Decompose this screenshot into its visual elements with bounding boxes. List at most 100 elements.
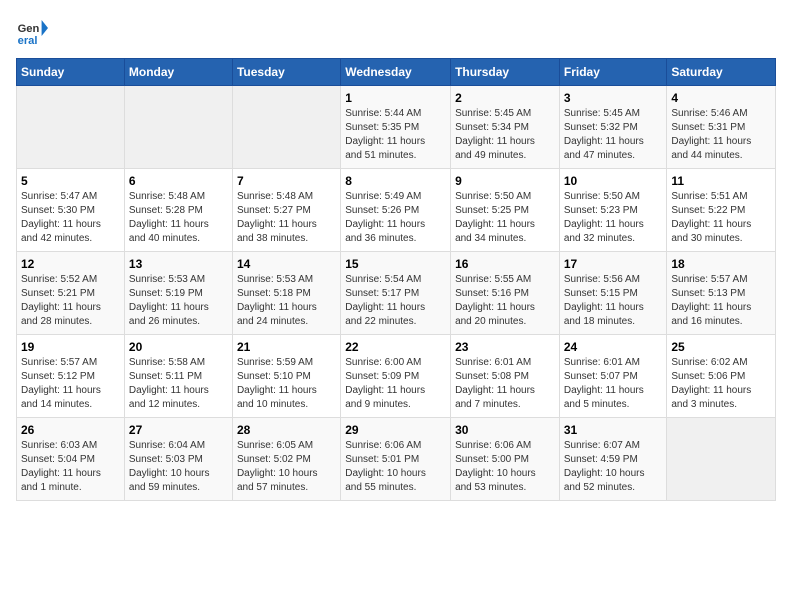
- day-info: Sunrise: 5:53 AMSunset: 5:19 PMDaylight:…: [129, 273, 228, 329]
- calendar-day-cell: 27 Sunrise: 6:04 AMSunset: 5:03 PMDayligh…: [124, 418, 232, 501]
- day-number: 18: [671, 257, 771, 271]
- calendar-body: 1 Sunrise: 5:44 AMSunset: 5:35 PMDaylight…: [17, 86, 776, 501]
- day-number: 10: [564, 174, 663, 188]
- day-number: 30: [455, 423, 555, 437]
- day-number: 24: [564, 340, 663, 354]
- calendar-day-cell: 21 Sunrise: 5:59 AMSunset: 5:10 PMDayligh…: [232, 335, 340, 418]
- calendar-day-cell: 18 Sunrise: 5:57 AMSunset: 5:13 PMDayligh…: [667, 252, 776, 335]
- calendar-day-cell: 29 Sunrise: 6:06 AMSunset: 5:01 PMDayligh…: [341, 418, 451, 501]
- day-info: Sunrise: 6:06 AMSunset: 5:01 PMDaylight:…: [345, 439, 446, 495]
- day-info: Sunrise: 5:54 AMSunset: 5:17 PMDaylight:…: [345, 273, 446, 329]
- day-number: 11: [671, 174, 771, 188]
- calendar-day-cell: 16 Sunrise: 5:55 AMSunset: 5:16 PMDayligh…: [451, 252, 560, 335]
- calendar-day-cell: 28Sunrise: 6:05 AMSunset: 5:02 PMDayligh…: [232, 418, 340, 501]
- calendar-week-row: 26Sunrise: 6:03 AMSunset: 5:04 PMDayligh…: [17, 418, 776, 501]
- day-info: Sunrise: 6:04 AMSunset: 5:03 PMDaylight:…: [129, 439, 228, 495]
- day-info: Sunrise: 6:02 AMSunset: 5:06 PMDaylight:…: [671, 356, 771, 412]
- calendar-day-cell: 10 Sunrise: 5:50 AMSunset: 5:23 PMDayligh…: [559, 169, 667, 252]
- calendar-day-cell: [124, 86, 232, 169]
- day-info: Sunrise: 5:53 AMSunset: 5:18 PMDaylight:…: [237, 273, 336, 329]
- calendar-day-cell: 7Sunrise: 5:48 AMSunset: 5:27 PMDaylight…: [232, 169, 340, 252]
- day-number: 12: [21, 257, 120, 271]
- calendar-day-cell: 8 Sunrise: 5:49 AMSunset: 5:26 PMDaylight…: [341, 169, 451, 252]
- day-info: Sunrise: 5:48 AMSunset: 5:28 PMDaylight:…: [129, 190, 228, 246]
- calendar-week-row: 5Sunrise: 5:47 AMSunset: 5:30 PMDaylight…: [17, 169, 776, 252]
- day-number: 1: [345, 91, 446, 105]
- calendar-day-cell: 17 Sunrise: 5:56 AMSunset: 5:15 PMDayligh…: [559, 252, 667, 335]
- day-info: Sunrise: 5:45 AMSunset: 5:32 PMDaylight:…: [564, 107, 663, 163]
- day-number: 6: [129, 174, 228, 188]
- calendar-day-cell: 14 Sunrise: 5:53 AMSunset: 5:18 PMDayligh…: [232, 252, 340, 335]
- calendar-week-row: 19 Sunrise: 5:57 AMSunset: 5:12 PMDayligh…: [17, 335, 776, 418]
- calendar-day-cell: [232, 86, 340, 169]
- weekday-header-cell: Sunday: [17, 59, 125, 86]
- day-number: 2: [455, 91, 555, 105]
- day-number: 17: [564, 257, 663, 271]
- calendar-day-cell: 20 Sunrise: 5:58 AMSunset: 5:11 PMDayligh…: [124, 335, 232, 418]
- weekday-header-cell: Wednesday: [341, 59, 451, 86]
- calendar-day-cell: 24 Sunrise: 6:01 AMSunset: 5:07 PMDayligh…: [559, 335, 667, 418]
- day-number: 29: [345, 423, 446, 437]
- day-info: Sunrise: 6:01 AMSunset: 5:07 PMDaylight:…: [564, 356, 663, 412]
- day-info: Sunrise: 6:07 AMSunset: 4:59 PMDaylight:…: [564, 439, 663, 495]
- day-info: Sunrise: 5:55 AMSunset: 5:16 PMDaylight:…: [455, 273, 555, 329]
- day-info: Sunrise: 5:46 AMSunset: 5:31 PMDaylight:…: [671, 107, 771, 163]
- calendar-day-cell: 22 Sunrise: 6:00 AMSunset: 5:09 PMDayligh…: [341, 335, 451, 418]
- calendar-week-row: 1 Sunrise: 5:44 AMSunset: 5:35 PMDaylight…: [17, 86, 776, 169]
- day-info: Sunrise: 5:51 AMSunset: 5:22 PMDaylight:…: [671, 190, 771, 246]
- day-info: Sunrise: 5:50 AMSunset: 5:23 PMDaylight:…: [564, 190, 663, 246]
- calendar-day-cell: 30Sunrise: 6:06 AMSunset: 5:00 PMDayligh…: [451, 418, 560, 501]
- day-number: 3: [564, 91, 663, 105]
- day-number: 21: [237, 340, 336, 354]
- day-number: 26: [21, 423, 120, 437]
- day-number: 22: [345, 340, 446, 354]
- day-number: 16: [455, 257, 555, 271]
- day-info: Sunrise: 5:58 AMSunset: 5:11 PMDaylight:…: [129, 356, 228, 412]
- day-number: 13: [129, 257, 228, 271]
- calendar-day-cell: 1 Sunrise: 5:44 AMSunset: 5:35 PMDaylight…: [341, 86, 451, 169]
- svg-text:Gen: Gen: [18, 23, 40, 35]
- day-number: 9: [455, 174, 555, 188]
- svg-text:eral: eral: [18, 35, 38, 47]
- day-number: 15: [345, 257, 446, 271]
- day-number: 5: [21, 174, 120, 188]
- day-number: 25: [671, 340, 771, 354]
- day-number: 23: [455, 340, 555, 354]
- logo-icon: Gen eral: [16, 16, 48, 48]
- calendar-day-cell: 4Sunrise: 5:46 AMSunset: 5:31 PMDaylight…: [667, 86, 776, 169]
- day-number: 20: [129, 340, 228, 354]
- calendar-week-row: 12 Sunrise: 5:52 AMSunset: 5:21 PMDayligh…: [17, 252, 776, 335]
- calendar-day-cell: 9Sunrise: 5:50 AMSunset: 5:25 PMDaylight…: [451, 169, 560, 252]
- weekday-header-row: SundayMondayTuesdayWednesdayThursdayFrid…: [17, 59, 776, 86]
- day-info: Sunrise: 5:48 AMSunset: 5:27 PMDaylight:…: [237, 190, 336, 246]
- calendar-day-cell: 31Sunrise: 6:07 AMSunset: 4:59 PMDayligh…: [559, 418, 667, 501]
- calendar-day-cell: 13 Sunrise: 5:53 AMSunset: 5:19 PMDayligh…: [124, 252, 232, 335]
- calendar-day-cell: 11 Sunrise: 5:51 AMSunset: 5:22 PMDayligh…: [667, 169, 776, 252]
- day-info: Sunrise: 5:57 AMSunset: 5:12 PMDaylight:…: [21, 356, 120, 412]
- day-info: Sunrise: 5:56 AMSunset: 5:15 PMDaylight:…: [564, 273, 663, 329]
- day-number: 14: [237, 257, 336, 271]
- day-info: Sunrise: 6:00 AMSunset: 5:09 PMDaylight:…: [345, 356, 446, 412]
- day-info: Sunrise: 5:52 AMSunset: 5:21 PMDaylight:…: [21, 273, 120, 329]
- logo: Gen eral: [16, 16, 52, 48]
- day-info: Sunrise: 5:44 AMSunset: 5:35 PMDaylight:…: [345, 107, 446, 163]
- calendar-day-cell: 3 Sunrise: 5:45 AMSunset: 5:32 PMDaylight…: [559, 86, 667, 169]
- calendar-day-cell: 26Sunrise: 6:03 AMSunset: 5:04 PMDayligh…: [17, 418, 125, 501]
- calendar-day-cell: 15 Sunrise: 5:54 AMSunset: 5:17 PMDayligh…: [341, 252, 451, 335]
- weekday-header-cell: Tuesday: [232, 59, 340, 86]
- calendar-day-cell: [17, 86, 125, 169]
- day-info: Sunrise: 5:49 AMSunset: 5:26 PMDaylight:…: [345, 190, 446, 246]
- day-info: Sunrise: 5:57 AMSunset: 5:13 PMDaylight:…: [671, 273, 771, 329]
- day-number: 27: [129, 423, 228, 437]
- day-info: Sunrise: 5:45 AMSunset: 5:34 PMDaylight:…: [455, 107, 555, 163]
- calendar-day-cell: 6 Sunrise: 5:48 AMSunset: 5:28 PMDaylight…: [124, 169, 232, 252]
- day-number: 8: [345, 174, 446, 188]
- calendar-day-cell: 12 Sunrise: 5:52 AMSunset: 5:21 PMDayligh…: [17, 252, 125, 335]
- calendar-day-cell: [667, 418, 776, 501]
- calendar-day-cell: 23Sunrise: 6:01 AMSunset: 5:08 PMDayligh…: [451, 335, 560, 418]
- day-number: 19: [21, 340, 120, 354]
- calendar-table: SundayMondayTuesdayWednesdayThursdayFrid…: [16, 58, 776, 501]
- day-info: Sunrise: 5:59 AMSunset: 5:10 PMDaylight:…: [237, 356, 336, 412]
- weekday-header-cell: Thursday: [451, 59, 560, 86]
- weekday-header-cell: Monday: [124, 59, 232, 86]
